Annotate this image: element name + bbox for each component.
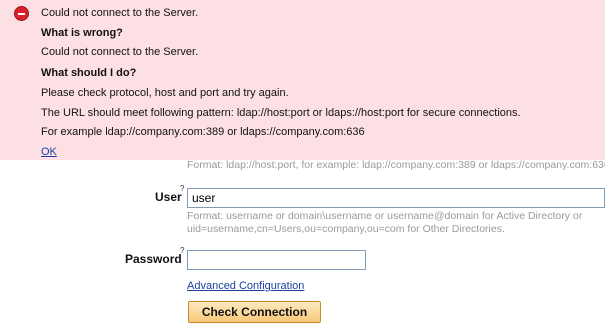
error-icon (14, 6, 29, 21)
user-label: User (155, 190, 182, 204)
user-help-mark[interactable]: ? (180, 184, 184, 193)
what-is-wrong-text: Could not connect to the Server. (41, 46, 199, 58)
what-is-wrong-heading: What is wrong? (41, 27, 123, 39)
advanced-configuration-link[interactable]: Advanced Configuration (187, 280, 304, 292)
password-label: Password (125, 252, 182, 266)
password-input[interactable] (187, 250, 366, 270)
what-should-i-do-heading: What should I do? (41, 67, 137, 79)
user-hint-line-1: Format: username or domain\username or u… (187, 210, 583, 222)
error-title: Could not connect to the Server. (41, 7, 199, 19)
advice-line-1: Please check protocol, host and port and… (41, 87, 289, 99)
advice-line-2: The URL should meet following pattern: l… (41, 107, 521, 119)
server-url-hint: Format: ldap://host:port, for example: l… (187, 159, 605, 171)
error-message-panel: Could not connect to the Server. What is… (0, 0, 605, 160)
user-hint-line-2: uid=username,cn=Users,ou=company,ou=com … (187, 223, 505, 235)
advice-line-3: For example ldap://company.com:389 or ld… (41, 126, 365, 138)
user-input[interactable] (187, 188, 605, 208)
ok-link[interactable]: OK (41, 146, 57, 158)
password-help-mark[interactable]: ? (180, 246, 184, 255)
check-connection-button[interactable]: Check Connection (188, 301, 321, 323)
